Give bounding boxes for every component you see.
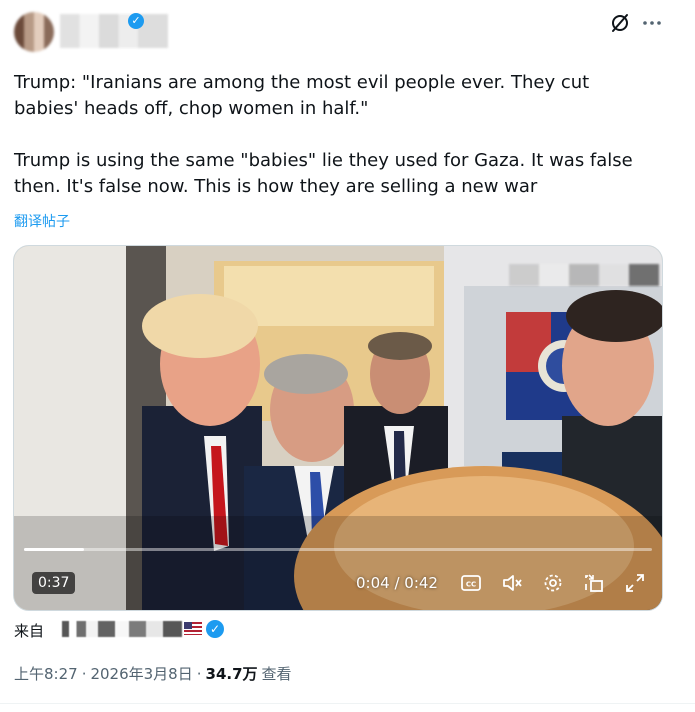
video-watermark <box>509 264 659 286</box>
post-text: Trump: "Iranians are among the most evil… <box>14 72 633 197</box>
source-prefix: 来自 <box>14 621 45 640</box>
view-count: 34.7万 <box>205 665 258 683</box>
video-progress-bar[interactable] <box>24 548 652 551</box>
grok-icon[interactable] <box>609 12 631 34</box>
post-date[interactable]: 2026年3月8日 <box>90 663 192 684</box>
post-meta: 上午8:27 · 2026年3月8日 · 34.7万 查看 <box>14 663 292 684</box>
post-time[interactable]: 上午8:27 <box>14 663 78 684</box>
svg-text:CC: CC <box>466 581 476 589</box>
us-flag-icon <box>184 622 202 635</box>
verified-icon: ✓ <box>206 620 224 638</box>
video-player[interactable]: 0:37 0:04 / 0:42 CC <box>13 245 663 611</box>
post-header: ✓ <box>0 0 695 60</box>
duration-badge: 0:37 <box>32 572 76 594</box>
divider <box>0 703 695 704</box>
avatar[interactable] <box>14 12 54 52</box>
meta-separator: · <box>81 664 87 683</box>
pip-icon[interactable] <box>583 572 605 594</box>
meta-separator: · <box>196 664 202 683</box>
volume-muted-icon[interactable] <box>501 572 523 594</box>
verified-icon: ✓ <box>128 13 144 29</box>
more-icon[interactable] <box>641 12 663 34</box>
captions-icon[interactable]: CC <box>460 572 482 594</box>
video-progress-fill <box>24 548 84 551</box>
translate-post-link[interactable]: 翻译帖子 <box>14 211 70 231</box>
source-label: 来自 <box>14 620 44 640</box>
views-label: 查看 <box>261 665 292 683</box>
video-frame <box>14 246 662 610</box>
fullscreen-icon[interactable] <box>624 572 646 594</box>
time-readout: 0:04 / 0:42 <box>356 574 438 592</box>
author-name-redacted[interactable] <box>60 14 168 48</box>
settings-icon[interactable] <box>542 572 564 594</box>
source-account-redacted[interactable] <box>62 621 182 637</box>
